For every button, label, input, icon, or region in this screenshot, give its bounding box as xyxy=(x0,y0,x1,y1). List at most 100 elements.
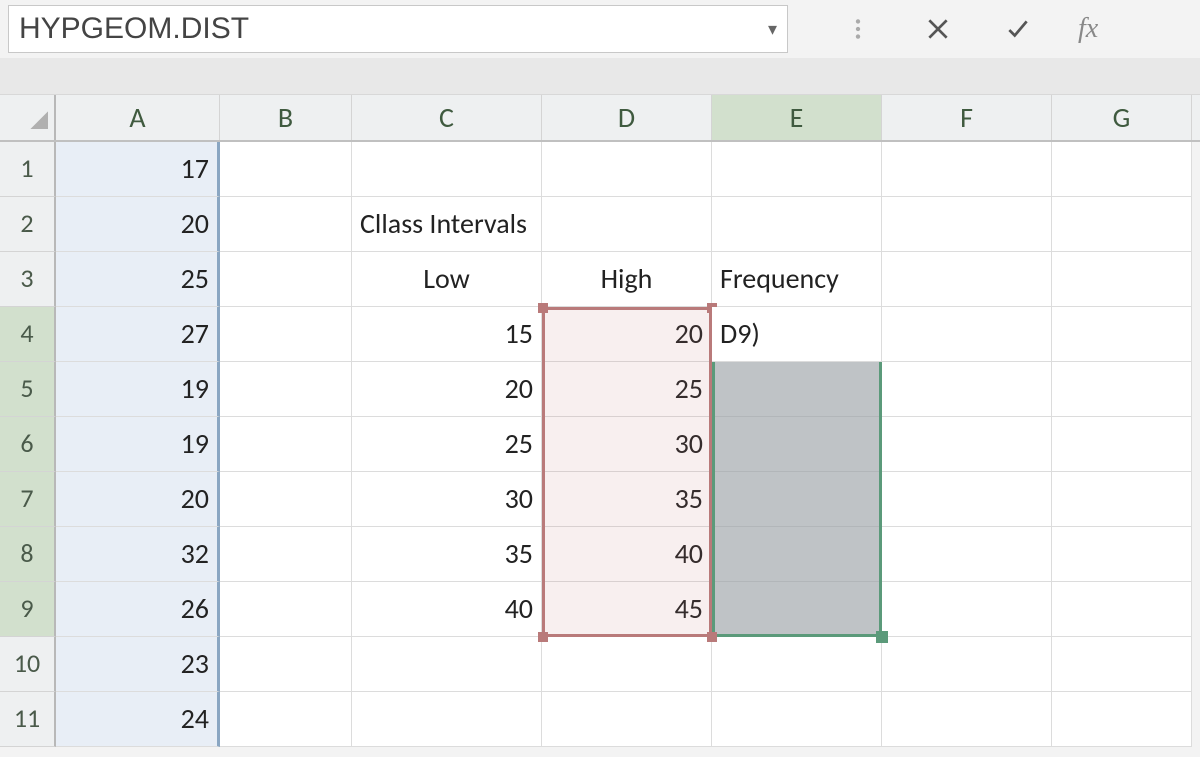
cell-B3[interactable] xyxy=(220,252,352,307)
cell-A5[interactable]: 19 xyxy=(56,362,220,417)
cell-B9[interactable] xyxy=(220,582,352,637)
row-header-8[interactable]: 8 xyxy=(0,527,56,582)
row-header-5[interactable]: 5 xyxy=(0,362,56,417)
cell-F9[interactable] xyxy=(882,582,1052,637)
cell-E4[interactable]: D9) xyxy=(712,307,882,362)
table-row: 7 20 30 35 xyxy=(0,472,1200,527)
cell-C7[interactable]: 30 xyxy=(352,472,542,527)
cell-D8[interactable]: 40 xyxy=(542,527,712,582)
row-header-10[interactable]: 10 xyxy=(0,637,56,692)
cell-G1[interactable] xyxy=(1052,142,1192,197)
cell-D9[interactable]: 45 xyxy=(542,582,712,637)
cell-F3[interactable] xyxy=(882,252,1052,307)
cell-D4[interactable]: 20 xyxy=(542,307,712,362)
fill-handle-icon[interactable] xyxy=(876,631,888,643)
cell-B1[interactable] xyxy=(220,142,352,197)
cell-C5[interactable]: 20 xyxy=(352,362,542,417)
row-header-7[interactable]: 7 xyxy=(0,472,56,527)
cell-A1[interactable]: 17 xyxy=(56,142,220,197)
cell-D10[interactable] xyxy=(542,637,712,692)
cell-G7[interactable] xyxy=(1052,472,1192,527)
column-header-E[interactable]: E xyxy=(712,95,882,140)
cell-F11[interactable] xyxy=(882,692,1052,747)
cell-C10[interactable] xyxy=(352,637,542,692)
cell-F5[interactable] xyxy=(882,362,1052,417)
cell-F1[interactable] xyxy=(882,142,1052,197)
cell-A7[interactable]: 20 xyxy=(56,472,220,527)
cell-F8[interactable] xyxy=(882,527,1052,582)
cell-F7[interactable] xyxy=(882,472,1052,527)
row-header-9[interactable]: 9 xyxy=(0,582,56,637)
name-box[interactable] xyxy=(19,12,760,46)
cell-B2[interactable] xyxy=(220,197,352,252)
cancel-button[interactable] xyxy=(918,9,958,49)
column-header-A[interactable]: A xyxy=(56,95,220,140)
cell-F4[interactable] xyxy=(882,307,1052,362)
cell-D11[interactable] xyxy=(542,692,712,747)
name-box-container: ▾ xyxy=(8,5,788,53)
row-header-11[interactable]: 11 xyxy=(0,692,56,747)
cell-B11[interactable] xyxy=(220,692,352,747)
cell-A6[interactable]: 19 xyxy=(56,417,220,472)
cell-B7[interactable] xyxy=(220,472,352,527)
cell-C4[interactable]: 15 xyxy=(352,307,542,362)
row-header-3[interactable]: 3 xyxy=(0,252,56,307)
cell-A8[interactable]: 32 xyxy=(56,527,220,582)
column-header-F[interactable]: F xyxy=(882,95,1052,140)
cell-D2[interactable] xyxy=(542,197,712,252)
cell-D3[interactable]: High xyxy=(542,252,712,307)
column-header-G[interactable]: G xyxy=(1052,95,1192,140)
cell-D1[interactable] xyxy=(542,142,712,197)
cell-D6[interactable]: 30 xyxy=(542,417,712,472)
cell-B6[interactable] xyxy=(220,417,352,472)
column-header-B[interactable]: B xyxy=(220,95,352,140)
cell-E10[interactable] xyxy=(712,637,882,692)
cell-E1[interactable] xyxy=(712,142,882,197)
name-box-dropdown-icon[interactable]: ▾ xyxy=(760,18,777,40)
cell-G10[interactable] xyxy=(1052,637,1192,692)
cell-C3[interactable]: Low xyxy=(352,252,542,307)
cell-F2[interactable] xyxy=(882,197,1052,252)
row-header-4[interactable]: 4 xyxy=(0,307,56,362)
cell-C2[interactable]: Cllass Intervals xyxy=(352,197,542,252)
enter-button[interactable] xyxy=(998,9,1038,49)
cell-G6[interactable] xyxy=(1052,417,1192,472)
cell-A11[interactable]: 24 xyxy=(56,692,220,747)
cell-D5[interactable]: 25 xyxy=(542,362,712,417)
row-header-2[interactable]: 2 xyxy=(0,197,56,252)
cell-B8[interactable] xyxy=(220,527,352,582)
cell-G9[interactable] xyxy=(1052,582,1192,637)
cell-G5[interactable] xyxy=(1052,362,1192,417)
cell-C8[interactable]: 35 xyxy=(352,527,542,582)
cell-D7[interactable]: 35 xyxy=(542,472,712,527)
cell-C11[interactable] xyxy=(352,692,542,747)
cell-C9[interactable]: 40 xyxy=(352,582,542,637)
cell-B5[interactable] xyxy=(220,362,352,417)
cell-F6[interactable] xyxy=(882,417,1052,472)
row-header-1[interactable]: 1 xyxy=(0,142,56,197)
cell-G2[interactable] xyxy=(1052,197,1192,252)
cell-A4[interactable]: 27 xyxy=(56,307,220,362)
cell-A9[interactable]: 26 xyxy=(56,582,220,637)
cell-E3[interactable]: Frequency xyxy=(712,252,882,307)
cell-C6[interactable]: 25 xyxy=(352,417,542,472)
insert-function-button[interactable]: fx xyxy=(1078,13,1098,45)
cell-B4[interactable] xyxy=(220,307,352,362)
cell-A10[interactable]: 23 xyxy=(56,637,220,692)
cell-B10[interactable] xyxy=(220,637,352,692)
cell-G11[interactable] xyxy=(1052,692,1192,747)
cell-E2[interactable] xyxy=(712,197,882,252)
cell-C1[interactable] xyxy=(352,142,542,197)
row-header-6[interactable]: 6 xyxy=(0,417,56,472)
column-header-C[interactable]: C xyxy=(352,95,542,140)
cell-G3[interactable] xyxy=(1052,252,1192,307)
table-row: 3 25 Low High Frequency xyxy=(0,252,1200,307)
cell-G8[interactable] xyxy=(1052,527,1192,582)
cell-G4[interactable] xyxy=(1052,307,1192,362)
cell-F10[interactable] xyxy=(882,637,1052,692)
column-header-D[interactable]: D xyxy=(542,95,712,140)
cell-A3[interactable]: 25 xyxy=(56,252,220,307)
select-all-corner[interactable] xyxy=(0,95,56,140)
cell-E11[interactable] xyxy=(712,692,882,747)
cell-A2[interactable]: 20 xyxy=(56,197,220,252)
